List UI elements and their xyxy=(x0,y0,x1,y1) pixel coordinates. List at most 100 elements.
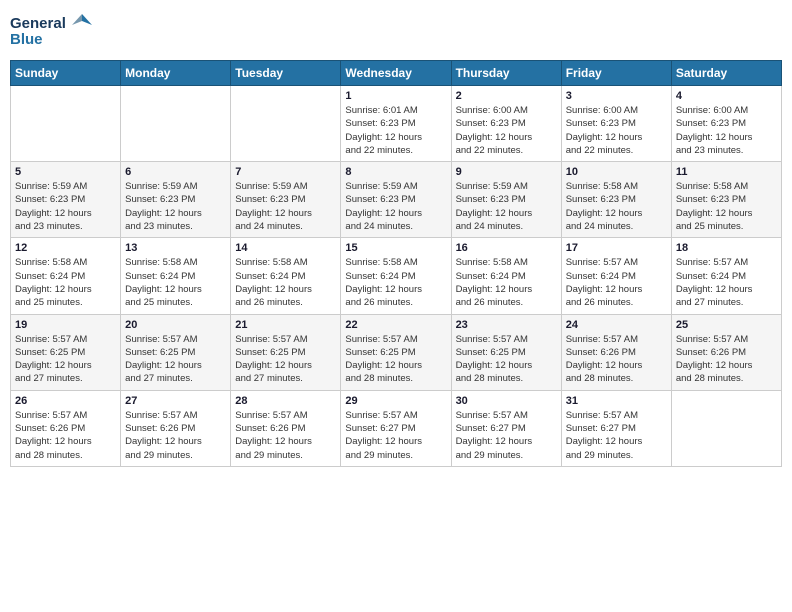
calendar-cell: 1 Sunrise: 6:01 AMSunset: 6:23 PMDaylight… xyxy=(341,86,451,162)
day-info: Sunrise: 5:57 AMSunset: 6:27 PMDaylight:… xyxy=(566,409,667,462)
weekday-header-monday: Monday xyxy=(121,61,231,86)
calendar-table: SundayMondayTuesdayWednesdayThursdayFrid… xyxy=(10,60,782,467)
day-number: 24 xyxy=(566,319,667,331)
page-header: General Blue xyxy=(10,10,782,52)
day-info: Sunrise: 5:57 AMSunset: 6:25 PMDaylight:… xyxy=(345,333,446,386)
calendar-cell: 16 Sunrise: 5:58 AMSunset: 6:24 PMDayligh… xyxy=(451,238,561,314)
day-info: Sunrise: 5:59 AMSunset: 6:23 PMDaylight:… xyxy=(125,180,226,233)
calendar-cell: 7Sunrise: 5:59 AMSunset: 6:23 PMDaylight… xyxy=(231,162,341,238)
calendar-cell: 3Sunrise: 6:00 AMSunset: 6:23 PMDaylight… xyxy=(561,86,671,162)
day-info: Sunrise: 5:58 AMSunset: 6:24 PMDaylight:… xyxy=(456,256,557,309)
calendar-cell xyxy=(671,390,781,466)
weekday-header-thursday: Thursday xyxy=(451,61,561,86)
calendar-cell: 9 Sunrise: 5:59 AMSunset: 6:23 PMDaylight… xyxy=(451,162,561,238)
day-number: 21 xyxy=(235,319,336,331)
day-info: Sunrise: 5:57 AMSunset: 6:27 PMDaylight:… xyxy=(456,409,557,462)
day-info: Sunrise: 5:57 AMSunset: 6:26 PMDaylight:… xyxy=(125,409,226,462)
logo-svg: General Blue xyxy=(10,10,100,52)
calendar-cell xyxy=(11,86,121,162)
calendar-cell: 12 Sunrise: 5:58 AMSunset: 6:24 PMDayligh… xyxy=(11,238,121,314)
day-info: Sunrise: 5:58 AMSunset: 6:24 PMDaylight:… xyxy=(345,256,446,309)
day-info: Sunrise: 5:57 AMSunset: 6:25 PMDaylight:… xyxy=(125,333,226,386)
calendar-cell: 21 Sunrise: 5:57 AMSunset: 6:25 PMDayligh… xyxy=(231,314,341,390)
day-info: Sunrise: 5:57 AMSunset: 6:26 PMDaylight:… xyxy=(676,333,777,386)
weekday-header-saturday: Saturday xyxy=(671,61,781,86)
calendar-cell: 14 Sunrise: 5:58 AMSunset: 6:24 PMDayligh… xyxy=(231,238,341,314)
day-number: 31 xyxy=(566,395,667,407)
day-number: 25 xyxy=(676,319,777,331)
day-number: 1 xyxy=(345,90,446,102)
day-number: 20 xyxy=(125,319,226,331)
day-number: 10 xyxy=(566,166,667,178)
calendar-week-row: 5 Sunrise: 5:59 AMSunset: 6:23 PMDaylight… xyxy=(11,162,782,238)
day-info: Sunrise: 5:59 AMSunset: 6:23 PMDaylight:… xyxy=(456,180,557,233)
weekday-header-friday: Friday xyxy=(561,61,671,86)
calendar-cell: 6 Sunrise: 5:59 AMSunset: 6:23 PMDaylight… xyxy=(121,162,231,238)
calendar-cell: 4Sunrise: 6:00 AMSunset: 6:23 PMDaylight… xyxy=(671,86,781,162)
calendar-cell: 27 Sunrise: 5:57 AMSunset: 6:26 PMDayligh… xyxy=(121,390,231,466)
day-info: Sunrise: 5:58 AMSunset: 6:24 PMDaylight:… xyxy=(235,256,336,309)
day-info: Sunrise: 6:00 AMSunset: 6:23 PMDaylight:… xyxy=(456,104,557,157)
weekday-header-tuesday: Tuesday xyxy=(231,61,341,86)
calendar-week-row: 26 Sunrise: 5:57 AMSunset: 6:26 PMDayligh… xyxy=(11,390,782,466)
day-number: 28 xyxy=(235,395,336,407)
day-number: 18 xyxy=(676,242,777,254)
calendar-cell: 22Sunrise: 5:57 AMSunset: 6:25 PMDayligh… xyxy=(341,314,451,390)
day-number: 5 xyxy=(15,166,116,178)
day-number: 30 xyxy=(456,395,557,407)
day-info: Sunrise: 5:58 AMSunset: 6:24 PMDaylight:… xyxy=(125,256,226,309)
calendar-cell xyxy=(121,86,231,162)
calendar-cell: 29 Sunrise: 5:57 AMSunset: 6:27 PMDayligh… xyxy=(341,390,451,466)
day-number: 12 xyxy=(15,242,116,254)
svg-text:General: General xyxy=(10,15,66,32)
calendar-cell: 18 Sunrise: 5:57 AMSunset: 6:24 PMDayligh… xyxy=(671,238,781,314)
day-info: Sunrise: 5:57 AMSunset: 6:24 PMDaylight:… xyxy=(566,256,667,309)
day-number: 26 xyxy=(15,395,116,407)
calendar-cell: 28 Sunrise: 5:57 AMSunset: 6:26 PMDayligh… xyxy=(231,390,341,466)
svg-text:Blue: Blue xyxy=(10,31,43,48)
day-info: Sunrise: 5:59 AMSunset: 6:23 PMDaylight:… xyxy=(345,180,446,233)
day-number: 16 xyxy=(456,242,557,254)
calendar-cell: 11 Sunrise: 5:58 AMSunset: 6:23 PMDayligh… xyxy=(671,162,781,238)
calendar-cell: 13 Sunrise: 5:58 AMSunset: 6:24 PMDayligh… xyxy=(121,238,231,314)
logo: General Blue xyxy=(10,10,100,52)
day-number: 29 xyxy=(345,395,446,407)
calendar-cell: 24 Sunrise: 5:57 AMSunset: 6:26 PMDayligh… xyxy=(561,314,671,390)
calendar-cell: 20 Sunrise: 5:57 AMSunset: 6:25 PMDayligh… xyxy=(121,314,231,390)
day-number: 9 xyxy=(456,166,557,178)
calendar-week-row: 12 Sunrise: 5:58 AMSunset: 6:24 PMDayligh… xyxy=(11,238,782,314)
calendar-cell: 30 Sunrise: 5:57 AMSunset: 6:27 PMDayligh… xyxy=(451,390,561,466)
calendar-cell: 19Sunrise: 5:57 AMSunset: 6:25 PMDayligh… xyxy=(11,314,121,390)
calendar-cell: 10 Sunrise: 5:58 AMSunset: 6:23 PMDayligh… xyxy=(561,162,671,238)
day-number: 14 xyxy=(235,242,336,254)
day-number: 4 xyxy=(676,90,777,102)
day-info: Sunrise: 5:58 AMSunset: 6:23 PMDaylight:… xyxy=(676,180,777,233)
calendar-cell: 15Sunrise: 5:58 AMSunset: 6:24 PMDayligh… xyxy=(341,238,451,314)
calendar-cell: 25 Sunrise: 5:57 AMSunset: 6:26 PMDayligh… xyxy=(671,314,781,390)
day-info: Sunrise: 5:57 AMSunset: 6:27 PMDaylight:… xyxy=(345,409,446,462)
day-info: Sunrise: 5:57 AMSunset: 6:26 PMDaylight:… xyxy=(235,409,336,462)
day-number: 17 xyxy=(566,242,667,254)
calendar-cell: 5Sunrise: 5:59 AMSunset: 6:23 PMDaylight… xyxy=(11,162,121,238)
calendar-week-row: 1 Sunrise: 6:01 AMSunset: 6:23 PMDaylight… xyxy=(11,86,782,162)
day-number: 6 xyxy=(125,166,226,178)
calendar-week-row: 19Sunrise: 5:57 AMSunset: 6:25 PMDayligh… xyxy=(11,314,782,390)
calendar-cell xyxy=(231,86,341,162)
day-info: Sunrise: 5:58 AMSunset: 6:24 PMDaylight:… xyxy=(15,256,116,309)
day-number: 2 xyxy=(456,90,557,102)
day-number: 3 xyxy=(566,90,667,102)
day-info: Sunrise: 5:58 AMSunset: 6:23 PMDaylight:… xyxy=(566,180,667,233)
day-number: 27 xyxy=(125,395,226,407)
day-info: Sunrise: 5:57 AMSunset: 6:25 PMDaylight:… xyxy=(15,333,116,386)
day-info: Sunrise: 5:57 AMSunset: 6:24 PMDaylight:… xyxy=(676,256,777,309)
day-info: Sunrise: 6:01 AMSunset: 6:23 PMDaylight:… xyxy=(345,104,446,157)
calendar-cell: 17 Sunrise: 5:57 AMSunset: 6:24 PMDayligh… xyxy=(561,238,671,314)
day-info: Sunrise: 5:57 AMSunset: 6:26 PMDaylight:… xyxy=(566,333,667,386)
weekday-header-wednesday: Wednesday xyxy=(341,61,451,86)
calendar-cell: 2 Sunrise: 6:00 AMSunset: 6:23 PMDaylight… xyxy=(451,86,561,162)
calendar-cell: 8Sunrise: 5:59 AMSunset: 6:23 PMDaylight… xyxy=(341,162,451,238)
day-number: 13 xyxy=(125,242,226,254)
day-info: Sunrise: 5:57 AMSunset: 6:25 PMDaylight:… xyxy=(235,333,336,386)
day-info: Sunrise: 5:57 AMSunset: 6:26 PMDaylight:… xyxy=(15,409,116,462)
day-number: 11 xyxy=(676,166,777,178)
